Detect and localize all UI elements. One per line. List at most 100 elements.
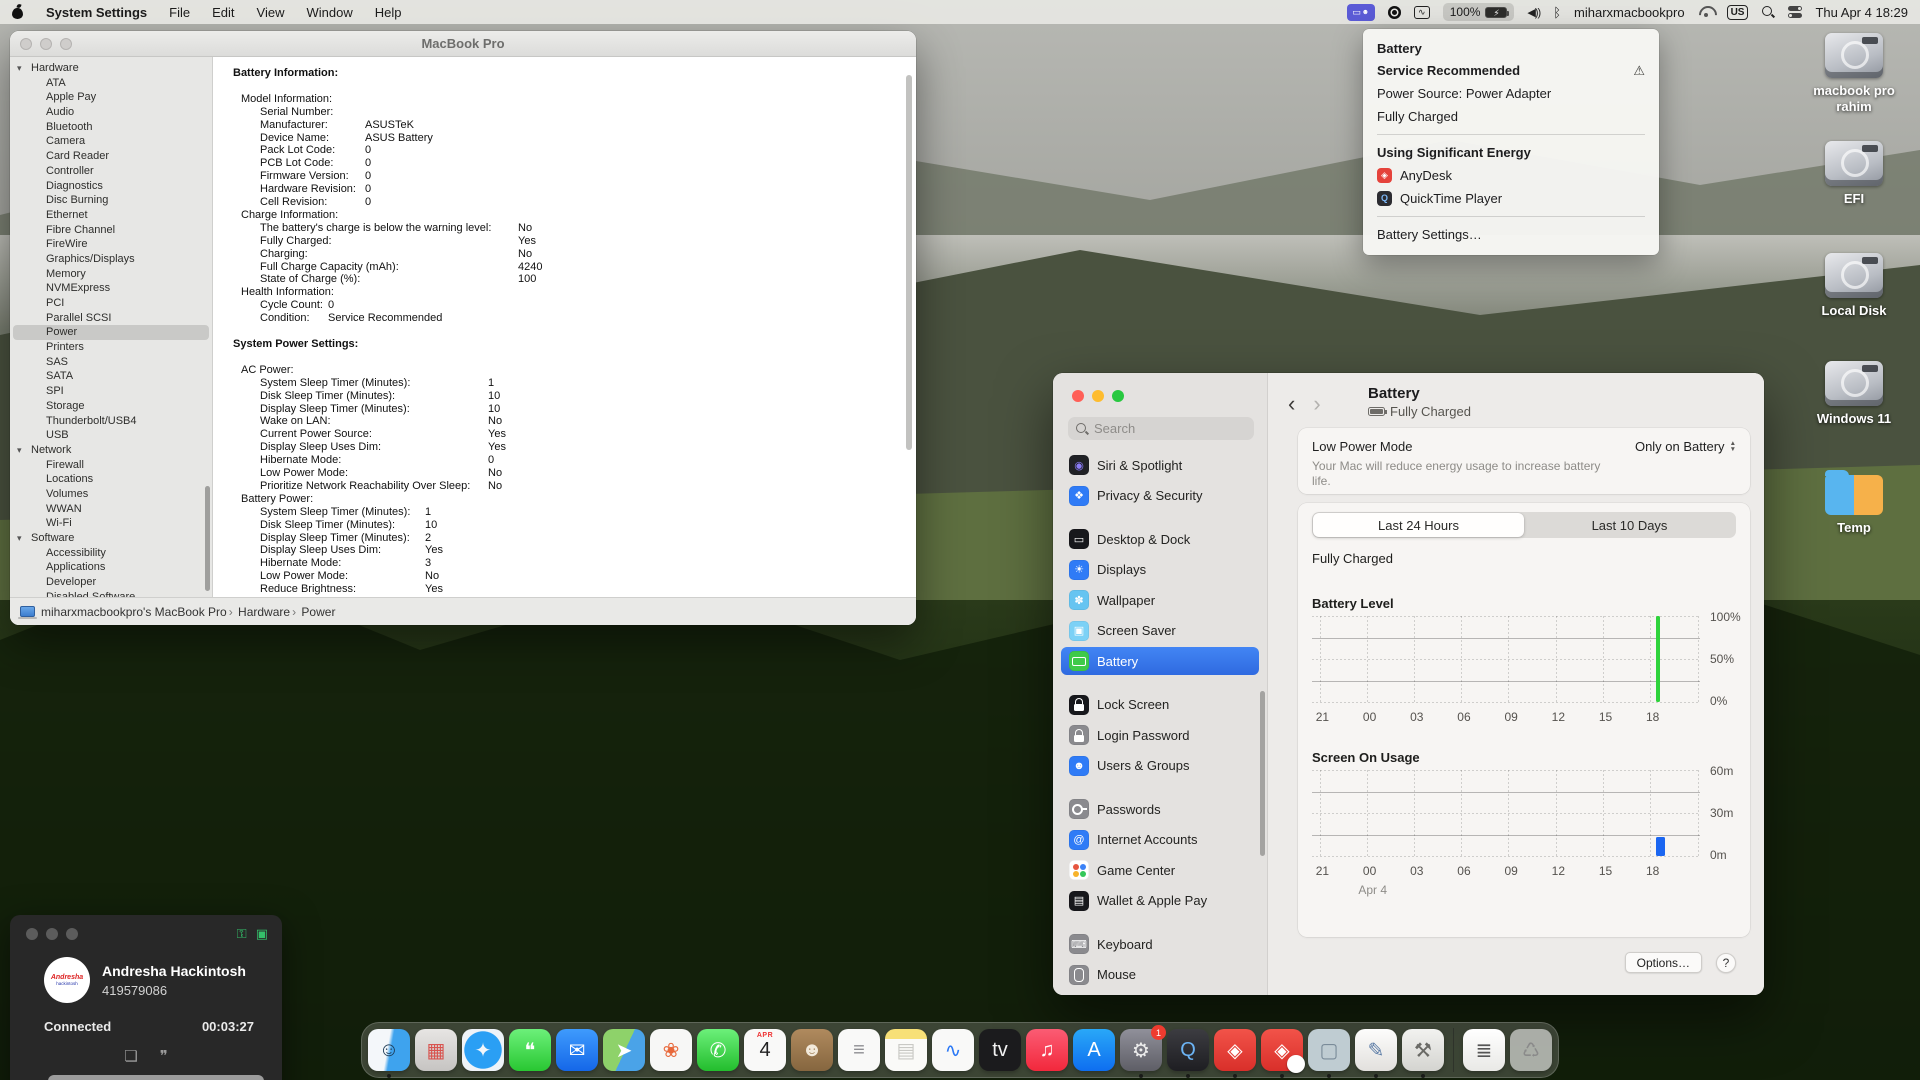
sysinfo-sidebar-item[interactable]: ▾ Developer <box>10 575 212 590</box>
sysinfo-sidebar-item[interactable]: ▾ Volumes <box>10 487 212 502</box>
menu-item[interactable]: File <box>169 5 190 20</box>
settings-sidebar-item[interactable]: Lock Screen <box>1061 691 1259 719</box>
apple-menu-icon[interactable] <box>12 5 24 19</box>
zoom-button[interactable] <box>60 38 72 50</box>
dock-app-icon[interactable]: ✦ <box>462 1029 504 1071</box>
dock-extra-icon[interactable]: ≣ <box>1463 1029 1505 1071</box>
sysinfo-sidebar-item[interactable]: ▾ SAS <box>10 355 212 370</box>
dock-app-icon[interactable]: ▦ <box>415 1029 457 1071</box>
screen-recording-stop-icon[interactable] <box>1387 5 1401 19</box>
sysinfo-sidebar-item[interactable]: ▾ NVMExpress <box>10 281 212 296</box>
menu-item[interactable]: Help <box>375 5 402 20</box>
energy-app-item[interactable]: ◈ AnyDesk <box>1363 164 1659 187</box>
low-power-mode-select[interactable]: Only on Battery ▲ ▼ <box>1635 439 1736 454</box>
sysinfo-sidebar-item[interactable]: ▾ Network <box>10 443 212 458</box>
menu-item[interactable]: View <box>257 5 285 20</box>
settings-sidebar-scrollbar[interactable] <box>1260 691 1265 856</box>
forward-button[interactable]: › <box>1313 391 1320 417</box>
screen-sharing-status-icon[interactable]: ▭ ☻ <box>1346 3 1375 21</box>
sysinfo-sidebar-item[interactable]: ▾ SPI <box>10 384 212 399</box>
sysinfo-sidebar-item[interactable]: ▾ Storage <box>10 399 212 414</box>
dock-app-icon[interactable]: ◈ <box>1214 1029 1256 1078</box>
options-button[interactable]: Options… <box>1624 952 1702 973</box>
activity-monitor-icon[interactable]: ∿ <box>1413 5 1430 19</box>
settings-sidebar-item[interactable]: ⌨ Keyboard <box>1061 930 1259 958</box>
sysinfo-sidebar-item[interactable]: ▾ USB <box>10 428 212 443</box>
sysinfo-sidebar-item[interactable]: ▾ Firewall <box>10 458 212 473</box>
desktop-icon[interactable]: EFI <box>1806 141 1902 207</box>
time-range-tab[interactable]: Last 10 Days <box>1524 513 1735 537</box>
settings-sidebar-item[interactable]: Mouse <box>1061 961 1259 989</box>
sysinfo-sidebar-item[interactable]: ▾ Graphics/Displays <box>10 252 212 267</box>
sysinfo-sidebar-item[interactable]: ▾ Diagnostics <box>10 179 212 194</box>
time-range-tab[interactable]: Last 24 Hours <box>1313 513 1524 537</box>
help-button[interactable]: ? <box>1716 952 1736 973</box>
sysinfo-sidebar-item[interactable]: ▾ SATA <box>10 369 212 384</box>
sysinfo-sidebar-item[interactable]: ▾ Parallel SCSI <box>10 311 212 326</box>
dock-app-icon[interactable]: ☺ <box>368 1029 410 1078</box>
sysinfo-sidebar-item[interactable]: ▾ Disabled Software <box>10 590 212 597</box>
sidebar-scrollbar[interactable] <box>205 486 210 591</box>
settings-search-field[interactable] <box>1068 417 1254 440</box>
spotlight-search-icon[interactable] <box>1761 5 1775 19</box>
minimize-button[interactable] <box>40 38 52 50</box>
dock-app-icon[interactable]: ▤ <box>885 1029 927 1071</box>
menu-item[interactable]: Window <box>306 5 352 20</box>
dock-app-icon[interactable]: ✉ <box>556 1029 598 1071</box>
sysinfo-sidebar-item[interactable]: ▾ ATA <box>10 76 212 91</box>
settings-sidebar-item[interactable]: ◉ Siri & Spotlight <box>1061 451 1259 479</box>
sysinfo-sidebar-item[interactable]: ▾ Printers <box>10 340 212 355</box>
search-input[interactable] <box>1094 421 1234 436</box>
settings-sidebar-item[interactable]: @ Internet Accounts <box>1061 826 1259 854</box>
dock-app-icon[interactable]: ❀ <box>650 1029 692 1071</box>
minimize-button[interactable] <box>1092 390 1104 402</box>
sysinfo-sidebar-item[interactable]: ▾ Applications <box>10 560 212 575</box>
content-scrollbar[interactable] <box>906 75 912 450</box>
desktop-icon[interactable]: Temp <box>1806 469 1902 536</box>
sysinfo-sidebar-item[interactable]: ▾ Disc Burning <box>10 193 212 208</box>
sysinfo-sidebar-item[interactable]: ▾ Hardware <box>10 61 212 76</box>
dock-app-icon[interactable]: ✎ <box>1355 1029 1397 1078</box>
dock-app-icon[interactable]: ❝ <box>509 1029 551 1071</box>
dock-app-icon[interactable]: ≡ <box>838 1029 880 1071</box>
settings-sidebar-item[interactable]: Passwords <box>1061 795 1259 823</box>
close-button[interactable] <box>26 928 38 940</box>
session-select[interactable]: Previous Session ▲▼ <box>48 1075 264 1080</box>
breadcrumb-item[interactable]: Power <box>290 605 335 619</box>
settings-sidebar-item[interactable]: Battery <box>1061 647 1259 675</box>
settings-sidebar-item[interactable]: ▤ Wallet & Apple Pay <box>1061 887 1259 915</box>
dock-app-icon[interactable]: ⚙ 1 <box>1120 1025 1166 1078</box>
sysinfo-sidebar-item[interactable]: ▾ Ethernet <box>10 208 212 223</box>
sysinfo-sidebar-item[interactable]: ▾ PCI <box>10 296 212 311</box>
dock-app-icon[interactable]: ∿ <box>932 1029 974 1071</box>
dock-app-icon[interactable]: ➤ <box>603 1029 645 1071</box>
sysinfo-sidebar-item[interactable]: ▾ Controller <box>10 164 212 179</box>
dock-app-icon[interactable]: ♫ <box>1026 1029 1068 1071</box>
volume-icon[interactable]: ◀)) <box>1527 6 1541 19</box>
sysinfo-sidebar-item[interactable]: ▾ Power <box>13 325 209 341</box>
sysinfo-sidebar-item[interactable]: ▾ Wi-Fi <box>10 516 212 531</box>
sysinfo-sidebar-item[interactable]: ▾ Locations <box>10 472 212 487</box>
close-button[interactable] <box>1072 390 1084 402</box>
settings-sidebar-item[interactable]: ▭ Desktop & Dock <box>1061 525 1259 553</box>
bluetooth-icon[interactable]: ᛒ <box>1553 5 1561 20</box>
dock-app-icon[interactable]: ☻ <box>791 1029 833 1071</box>
battery-settings-menu-item[interactable]: Battery Settings… <box>1363 223 1659 246</box>
control-center-icon[interactable] <box>1788 6 1803 18</box>
back-button[interactable]: ‹ <box>1288 391 1295 417</box>
file-transfer-icon[interactable]: ❏ <box>124 1047 137 1065</box>
sysinfo-sidebar-item[interactable]: ▾ Thunderbolt/USB4 <box>10 414 212 429</box>
settings-sidebar-item[interactable]: Login Password <box>1061 721 1259 749</box>
sysinfo-sidebar-item[interactable]: ▾ Apple Pay <box>10 90 212 105</box>
sysinfo-sidebar-item[interactable]: ▾ Bluetooth <box>10 120 212 135</box>
zoom-button[interactable] <box>66 928 78 940</box>
app-menu-title[interactable]: System Settings <box>46 5 147 20</box>
settings-sidebar-item[interactable]: ☻ Users & Groups <box>1061 752 1259 780</box>
dock-app-icon[interactable]: APR 4 <box>744 1029 786 1071</box>
energy-app-item[interactable]: Q QuickTime Player <box>1363 187 1659 210</box>
input-source-indicator[interactable]: US <box>1726 4 1749 20</box>
dock-extra-icon[interactable]: ♺ <box>1510 1029 1552 1071</box>
dock-app-icon[interactable]: ✆ <box>697 1029 739 1071</box>
battery-status-item[interactable]: 100% ⚡ <box>1442 3 1515 21</box>
settings-sidebar-item[interactable]: ▣ Screen Saver <box>1061 617 1259 645</box>
